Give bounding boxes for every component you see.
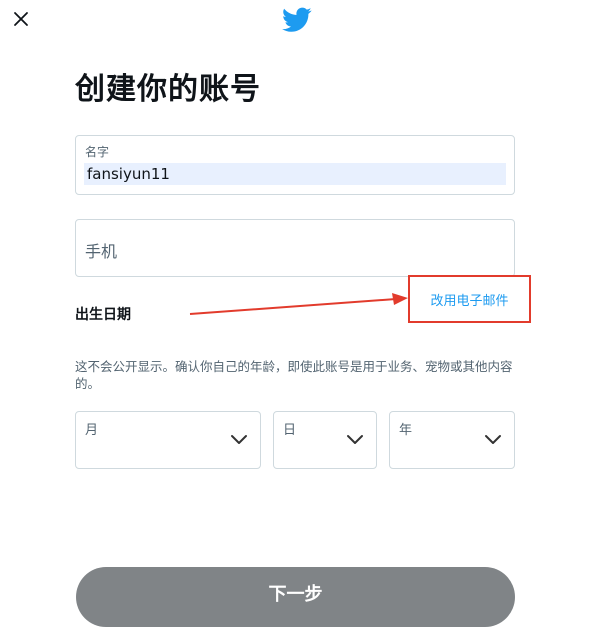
next-button[interactable]: 下一步 (76, 567, 515, 627)
close-icon (14, 12, 28, 26)
phone-field[interactable]: 手机 (75, 219, 515, 277)
dob-description: 这不会公开显示。确认你自己的年龄，即使此账号是用于业务、宠物或其他内容的。 (75, 359, 513, 391)
day-select[interactable]: 日 (273, 411, 377, 469)
use-email-link[interactable]: 改用电子邮件 (408, 275, 531, 323)
phone-placeholder: 手机 (85, 242, 118, 261)
month-label: 月 (85, 423, 99, 438)
name-label: 名字 (85, 145, 110, 159)
annotation-arrow (189, 293, 408, 315)
page-title: 创建你的账号 (75, 72, 261, 107)
month-select[interactable]: 月 (75, 411, 261, 469)
dob-title: 出生日期 (75, 307, 131, 323)
year-label: 年 (399, 423, 413, 438)
name-field[interactable]: 名字 fansiyun11 (75, 135, 515, 195)
day-label: 日 (283, 423, 297, 438)
chevron-down-icon (485, 435, 501, 444)
year-select[interactable]: 年 (389, 411, 515, 469)
twitter-bird-icon (282, 7, 312, 32)
chevron-down-icon (231, 435, 247, 444)
close-button[interactable] (8, 6, 34, 32)
chevron-down-icon (347, 435, 363, 444)
name-input[interactable]: fansiyun11 (84, 163, 506, 185)
